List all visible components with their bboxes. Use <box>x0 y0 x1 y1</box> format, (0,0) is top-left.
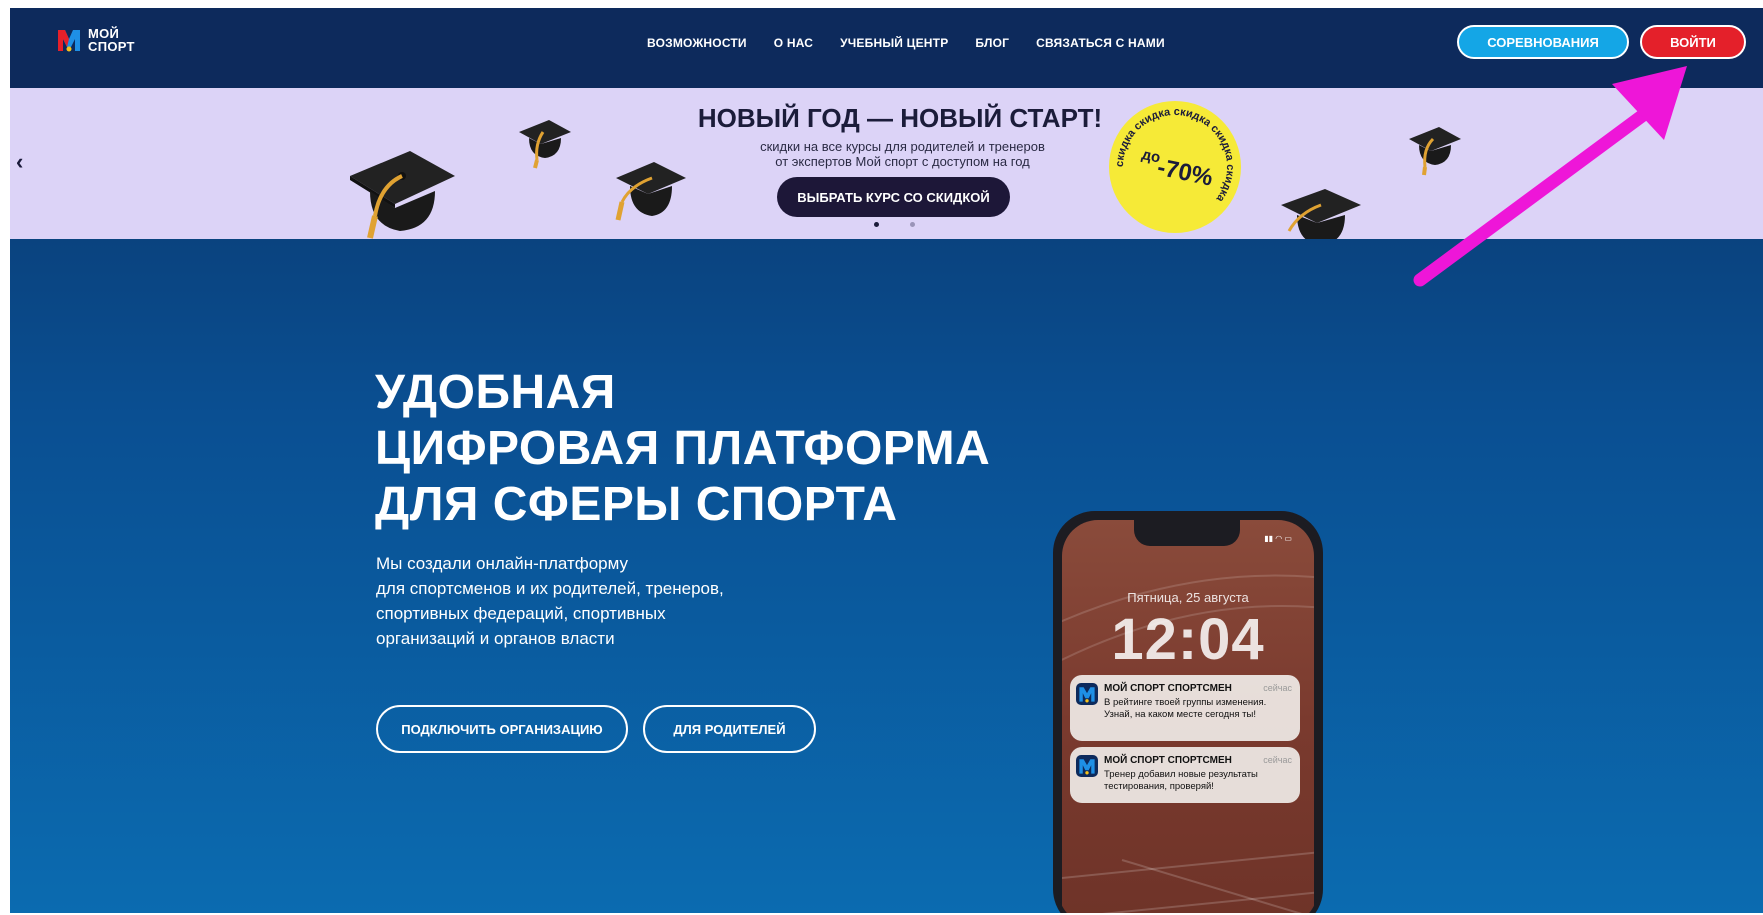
hero-title-line3: ДЛЯ СФЕРЫ СПОРТА <box>375 478 898 531</box>
discount-badge: скидка скидка скидка скидка скидка до -7… <box>1109 101 1241 233</box>
competitions-button[interactable]: СОРЕВНОВАНИЯ <box>1457 25 1629 59</box>
carousel-dot-2[interactable] <box>910 222 915 227</box>
graduation-cap-icon <box>519 120 571 169</box>
notification-message: Тренер добавил новые результаты тестиров… <box>1104 769 1258 792</box>
logo[interactable]: МОЙ СПОРТ <box>56 27 135 53</box>
page-frame: МОЙ СПОРТ ВОЗМОЖНОСТИ О НАС УЧЕБНЫЙ ЦЕНТ… <box>10 8 1763 913</box>
notification-app-name: МОЙ СПОРТ СПОРТСМЕН <box>1104 683 1232 694</box>
hero-text-line2: для спортсменов и их родителей, тренеров… <box>376 579 724 598</box>
notification-app-name: МОЙ СПОРТ СПОРТСМЕН <box>1104 755 1232 766</box>
nav-item-blog[interactable]: БЛОГ <box>975 36 1009 50</box>
notification-time: сейчас <box>1263 683 1292 693</box>
lockscreen-date: Пятница, 25 августа <box>1127 590 1249 605</box>
banner-subtitle: скидки на все курсы для родителей и трен… <box>700 139 1105 169</box>
notification-card[interactable]: МОЙ СПОРТ СПОРТСМЕН сейчас Тренер добави… <box>1070 747 1300 803</box>
nav-item-about[interactable]: О НАС <box>774 36 813 50</box>
graduation-cap-icon <box>615 162 686 221</box>
main-nav: ВОЗМОЖНОСТИ О НАС УЧЕБНЫЙ ЦЕНТР БЛОГ СВЯ… <box>647 36 1165 50</box>
notification-message: В рейтинге твоей группы изменения. Узнай… <box>1104 697 1267 720</box>
hero-title-line1: УДОБНАЯ <box>375 366 616 419</box>
lockscreen-time: 12:04 <box>1111 607 1265 672</box>
graduation-cap-icon <box>1281 189 1361 239</box>
hero-text-line3: спортивных федераций, спортивных <box>376 604 666 623</box>
nav-item-contact[interactable]: СВЯЗАТЬСЯ С НАМИ <box>1036 36 1165 50</box>
chevron-left-icon[interactable]: ‹ <box>16 149 23 175</box>
top-navigation-bar: МОЙ СПОРТ ВОЗМОЖНОСТИ О НАС УЧЕБНЫЙ ЦЕНТ… <box>10 8 1763 88</box>
app-icon <box>1076 683 1098 705</box>
carousel-dot-1[interactable] <box>874 222 879 227</box>
logo-mark-icon <box>56 27 82 53</box>
hero-title: УДОБНАЯ ЦИФРОВАЯ ПЛАТФОРМА ДЛЯ СФЕРЫ СПО… <box>375 365 990 533</box>
phone-mockup: ▮▮ ◠ ▭ Пятница, 25 августа 12:04 МОЙ СПО… <box>1053 511 1323 913</box>
promo-banner: ‹ НОВЫЙ ГОД — НОВЫЙ СТАРТ! скидки на все… <box>10 88 1763 239</box>
connect-organization-button[interactable]: ПОДКЛЮЧИТЬ ОРГАНИЗАЦИЮ <box>376 705 628 753</box>
choose-course-button[interactable]: ВЫБРАТЬ КУРС СО СКИДКОЙ <box>777 177 1010 217</box>
hero-description: Мы создали онлайн-платформу для спортсме… <box>376 551 856 651</box>
status-bar-icons: ▮▮ ◠ ▭ <box>1264 534 1292 543</box>
nav-item-features[interactable]: ВОЗМОЖНОСТИ <box>647 36 747 50</box>
login-button[interactable]: ВОЙТИ <box>1640 25 1746 59</box>
graduation-cap-icon <box>1409 127 1461 176</box>
logo-text: МОЙ СПОРТ <box>88 27 135 53</box>
banner-subtitle-line1: скидки на все курсы для родителей и трен… <box>760 139 1045 154</box>
phone-screen: ▮▮ ◠ ▭ Пятница, 25 августа 12:04 МОЙ СПО… <box>1062 520 1314 913</box>
for-parents-button[interactable]: ДЛЯ РОДИТЕЛЕЙ <box>643 705 816 753</box>
nav-item-training-center[interactable]: УЧЕБНЫЙ ЦЕНТР <box>840 36 948 50</box>
notification-time: сейчас <box>1263 755 1292 765</box>
banner-subtitle-line2: от экспертов Мой спорт с доступом на год <box>775 154 1030 169</box>
phone-notch <box>1134 520 1240 546</box>
banner-title: НОВЫЙ ГОД — НОВЫЙ СТАРТ! <box>697 103 1103 133</box>
graduation-cap-icon <box>350 151 455 239</box>
app-icon <box>1076 755 1098 777</box>
logo-line2: СПОРТ <box>88 39 135 54</box>
hero-text-line4: организаций и органов власти <box>376 629 615 648</box>
hero-text-line1: Мы создали онлайн-платформу <box>376 554 629 573</box>
notification-card[interactable]: МОЙ СПОРТ СПОРТСМЕН сейчас В рейтинге тв… <box>1070 675 1300 741</box>
hero-title-line2: ЦИФРОВАЯ ПЛАТФОРМА <box>375 422 991 475</box>
